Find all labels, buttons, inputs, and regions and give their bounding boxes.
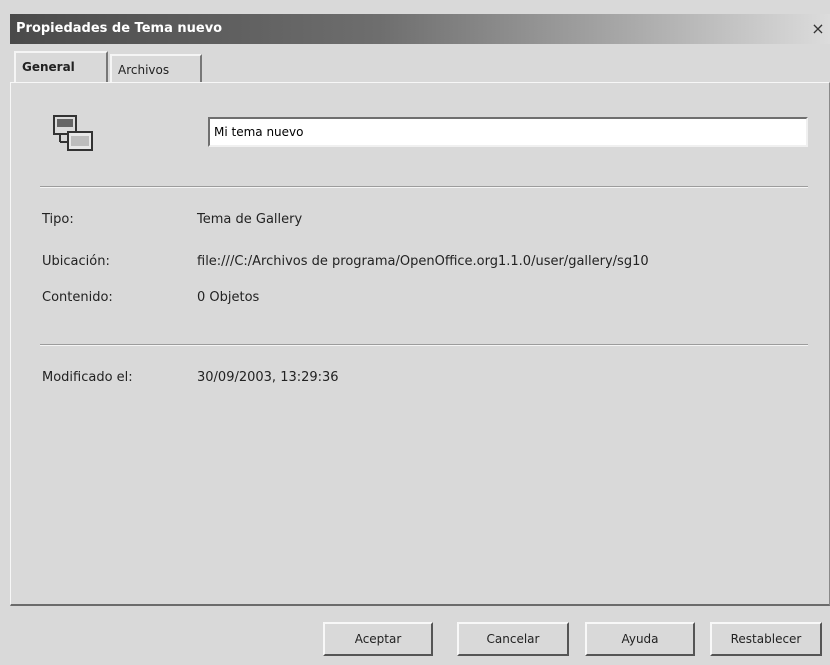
reset-button[interactable]: Restablecer [710,622,822,656]
tab-general[interactable]: General [14,51,108,83]
location-value: file:///C:/Archivos de programa/OpenOffi… [197,254,649,269]
location-label: Ubicación: [42,254,110,269]
type-value: Tema de Gallery [197,212,303,227]
modified-value: 30/09/2003, 13:29:36 [197,370,339,385]
modified-label: Modificado el: [42,370,133,385]
ok-button[interactable]: Aceptar [323,622,433,656]
separator [40,186,808,188]
type-label: Tipo: [42,212,74,227]
close-icon[interactable]: × [808,18,828,40]
theme-name-input[interactable] [208,117,808,147]
title-bar[interactable]: Propiedades de Tema nuevo × [10,14,830,44]
cancel-button[interactable]: Cancelar [457,622,569,656]
separator [40,344,808,346]
contents-value: 0 Objetos [197,290,260,305]
contents-label: Contenido: [42,290,113,305]
window-title: Propiedades de Tema nuevo [16,21,223,36]
properties-dialog: Propiedades de Tema nuevo × General Arch… [0,0,830,665]
help-button[interactable]: Ayuda [585,622,695,656]
button-bar: Aceptar Cancelar Ayuda Restablecer [10,608,830,665]
tab-archivos[interactable]: Archivos [110,54,202,82]
gallery-theme-icon [53,115,93,151]
tab-bar: General Archivos [10,44,830,84]
